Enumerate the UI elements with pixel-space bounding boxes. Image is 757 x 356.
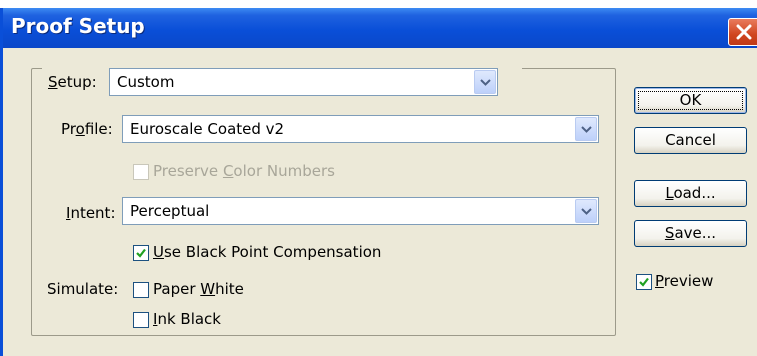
intent-label: Intent: [66,204,116,222]
save-button-label: Save... [664,224,717,242]
setup-value: Custom [117,73,175,91]
profile-label: Profile: [61,120,113,138]
paper-white-checkbox[interactable] [133,282,149,298]
intent-dropdown[interactable]: Perceptual [122,197,599,225]
preserve-color-numbers-label: Preserve Color Numbers [153,162,335,180]
profile-value: Euroscale Coated v2 [130,120,285,138]
ink-black-label: Ink Black [153,310,221,328]
cancel-button[interactable]: Cancel [634,127,747,154]
setup-dropdown[interactable]: Custom [109,68,498,96]
load-button[interactable]: Load... [634,180,747,207]
chevron-down-icon[interactable] [575,117,597,141]
black-point-compensation-label: Use Black Point Compensation [153,243,382,261]
preview-label: Preview [655,272,714,290]
save-button[interactable]: Save... [634,220,747,247]
preserve-color-numbers-checkbox[interactable] [133,164,149,180]
chevron-down-icon[interactable] [474,70,496,94]
simulate-label: Simulate: [47,280,119,298]
paper-white-label: Paper White [153,280,244,298]
focus-rect [638,91,743,110]
ok-button[interactable]: OK [634,87,747,114]
black-point-compensation-checkbox[interactable] [133,245,149,261]
preview-checkbox[interactable] [636,274,652,290]
profile-dropdown[interactable]: Euroscale Coated v2 [122,115,599,143]
cancel-button-label: Cancel [665,131,716,149]
load-button-label: Load... [665,184,716,202]
close-button[interactable] [728,18,757,46]
intent-value: Perceptual [130,202,210,220]
title-bar[interactable]: Proof Setup [3,8,757,48]
setup-label: Setup: [48,73,97,91]
chevron-down-icon[interactable] [575,199,597,223]
window-title: Proof Setup [11,14,145,38]
ink-black-checkbox[interactable] [133,312,149,328]
